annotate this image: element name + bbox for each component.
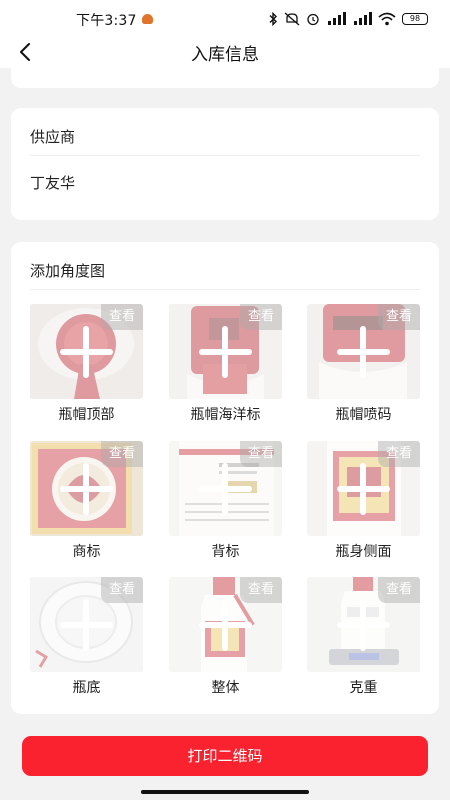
angle-photo-tile[interactable]: 查看 bbox=[307, 441, 420, 536]
supplier-card: 供应商 丁友华 bbox=[11, 108, 439, 220]
plus-icon bbox=[222, 463, 228, 515]
view-button[interactable]: 查看 bbox=[378, 577, 420, 603]
supplier-value[interactable]: 丁友华 bbox=[30, 172, 75, 193]
angle-photo-label: 商标 bbox=[72, 544, 101, 560]
plus-icon bbox=[83, 326, 89, 378]
view-button[interactable]: 查看 bbox=[378, 304, 420, 330]
view-button[interactable]: 查看 bbox=[240, 304, 282, 330]
plus-icon bbox=[360, 463, 366, 515]
angle-photo-label: 瓶帽喷码 bbox=[335, 407, 392, 423]
supplier-label: 供应商 bbox=[30, 128, 76, 146]
angle-photo-label: 瓶帽顶部 bbox=[58, 407, 115, 423]
angle-photo-label: 瓶帽海洋标 bbox=[190, 407, 261, 423]
angle-photo-tile[interactable]: 查看 bbox=[169, 441, 282, 536]
alarm-icon bbox=[307, 13, 319, 26]
previous-card bbox=[11, 68, 439, 88]
wifi-icon bbox=[378, 12, 396, 26]
view-button[interactable]: 查看 bbox=[101, 441, 143, 467]
angle-photo-label: 克重 bbox=[349, 680, 378, 696]
plus-icon bbox=[83, 599, 89, 651]
mute-icon bbox=[284, 12, 300, 26]
angle-photo-label: 整体 bbox=[211, 680, 240, 696]
plus-icon bbox=[222, 326, 228, 378]
view-button[interactable]: 查看 bbox=[101, 577, 143, 603]
print-qrcode-button[interactable]: 打印二维码 bbox=[22, 736, 428, 776]
page-title: 入库信息 bbox=[191, 45, 259, 65]
angle-photo-label: 背标 bbox=[211, 544, 240, 560]
signal-1-icon bbox=[328, 12, 346, 25]
bluetooth-icon bbox=[269, 12, 277, 26]
view-button[interactable]: 查看 bbox=[240, 577, 282, 603]
angle-photo-tile[interactable]: 查看 bbox=[169, 304, 282, 399]
status-time: 下午3:37 bbox=[76, 13, 137, 29]
plus-icon bbox=[360, 599, 366, 651]
angle-photos-card: 添加角度图 查看 瓶帽顶部 查看 瓶帽海洋标 查看 瓶帽喷码 查看 商标 查看 背标 查看 瓶身侧面查… bbox=[11, 242, 439, 714]
plus-icon bbox=[83, 463, 89, 515]
angle-photo-tile[interactable]: 查看 bbox=[30, 577, 143, 672]
divider bbox=[30, 289, 420, 290]
angle-photo-tile[interactable]: 查看 bbox=[307, 577, 420, 672]
app-notification-icon bbox=[142, 14, 153, 24]
plus-icon bbox=[360, 326, 366, 378]
view-button[interactable]: 查看 bbox=[378, 441, 420, 467]
home-indicator bbox=[141, 790, 309, 794]
plus-icon bbox=[222, 599, 228, 651]
status-bar: 下午3:37 98 bbox=[0, 0, 450, 36]
angle-photo-tile[interactable]: 查看 bbox=[30, 441, 143, 536]
battery-indicator: 98 bbox=[402, 13, 428, 25]
signal-2-icon bbox=[354, 12, 372, 25]
nav-bar: 入库信息 bbox=[0, 36, 450, 68]
angle-photo-tile[interactable]: 查看 bbox=[169, 577, 282, 672]
divider bbox=[30, 155, 420, 156]
angle-photo-tile[interactable]: 查看 bbox=[307, 304, 420, 399]
angle-photo-label: 瓶底 bbox=[72, 680, 101, 696]
view-button[interactable]: 查看 bbox=[101, 304, 143, 330]
angle-photo-tile[interactable]: 查看 bbox=[30, 304, 143, 399]
angle-photos-heading: 添加角度图 bbox=[30, 262, 106, 280]
view-button[interactable]: 查看 bbox=[240, 441, 282, 467]
angle-photo-label: 瓶身侧面 bbox=[335, 544, 392, 560]
status-icons: 98 bbox=[268, 12, 428, 26]
